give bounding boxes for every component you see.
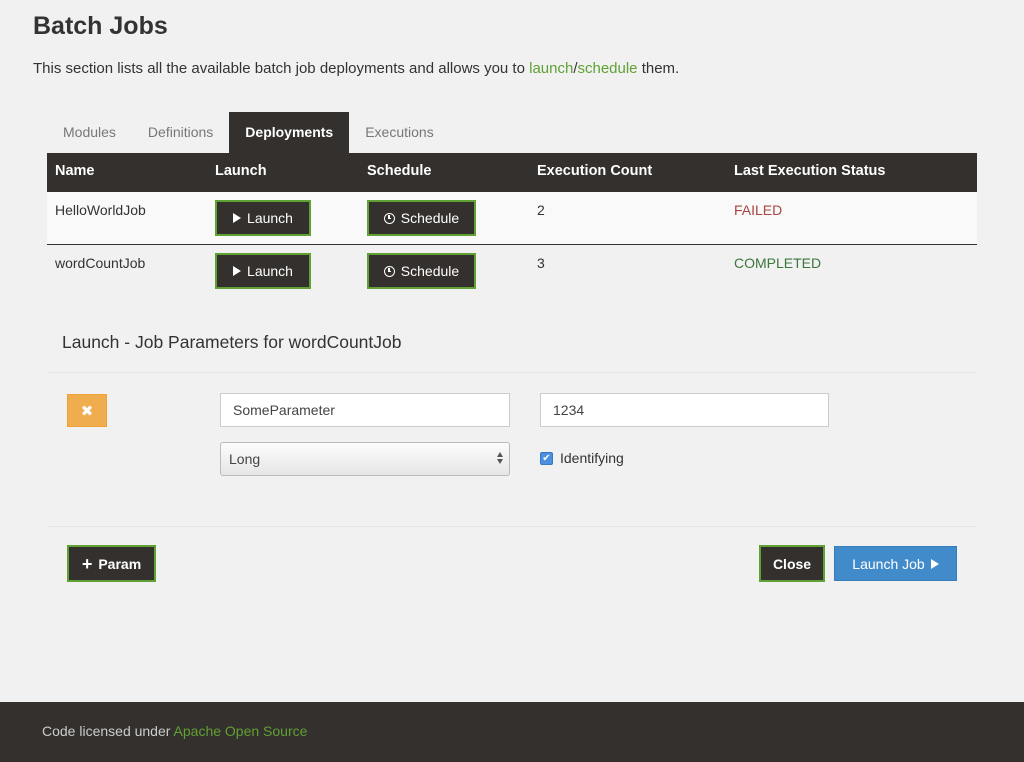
page-title: Batch Jobs [33,12,168,40]
check-icon: ✔ [542,453,551,464]
launch-button-label: Launch [247,263,293,279]
footer-prefix: Code licensed under [42,723,174,739]
play-icon [930,558,939,569]
tab-modules[interactable]: Modules [47,112,132,153]
launch-link[interactable]: launch [529,60,573,77]
param-name-input[interactable]: SomeParameter [220,393,510,427]
deployments-table: Name Launch Schedule Execution Count Las… [47,153,977,297]
status-badge: FAILED [734,202,783,218]
job-name: HelloWorldJob [55,202,146,218]
divider [47,526,977,527]
launch-button-label: Launch [247,210,293,226]
schedule-button-label: Schedule [400,263,460,279]
launch-job-button[interactable]: Launch Job [834,546,957,581]
plus-icon: + [81,553,93,574]
header-name: Name [55,163,95,179]
launch-job-label: Launch Job [852,555,925,572]
param-value-input[interactable]: 1234 [540,393,829,427]
footer: Code licensed under Apache Open Source [0,702,1024,762]
identifying-checkbox[interactable]: ✔ [540,452,553,465]
intro-prefix: This section lists all the available bat… [33,60,530,77]
header-schedule: Schedule [367,163,432,179]
header-last-status: Last Execution Status [734,163,886,179]
tab-deployments[interactable]: Deployments [229,112,350,153]
tab-definitions[interactable]: Definitions [132,112,229,153]
params-title: Launch - Job Parameters for wordCountJob [62,332,402,352]
execution-count: 2 [537,202,545,218]
add-param-label: Param [98,555,142,572]
launch-button[interactable]: Launch [215,253,311,289]
identifying-label: Identifying [560,450,624,466]
add-param-button[interactable]: + Param [67,545,156,582]
execution-count: 3 [537,255,545,271]
divider [47,372,977,373]
tab-bar: Modules Definitions Deployments Executio… [47,112,450,153]
clock-icon [383,212,395,224]
schedule-button[interactable]: Schedule [367,200,476,236]
schedule-link[interactable]: schedule [577,60,637,77]
page-intro: This section lists all the available bat… [33,60,679,77]
license-link[interactable]: Apache Open Source [174,723,308,739]
footer-text: Code licensed under Apache Open Source [42,723,307,739]
play-icon [233,266,242,276]
table-row: wordCountJob Launch Schedule 3 COMPLETED [47,245,977,297]
schedule-button-label: Schedule [400,210,460,226]
header-launch: Launch [215,163,267,179]
play-icon [233,213,242,223]
table-row: HelloWorldJob Launch Schedule 2 FAILED [47,192,977,245]
close-button[interactable]: Close [759,545,825,582]
job-name: wordCountJob [55,255,146,271]
launch-button[interactable]: Launch [215,200,311,236]
chevron-updown-icon [497,452,503,464]
param-type-select[interactable]: Long [220,442,510,476]
header-execution-count: Execution Count [537,163,653,179]
schedule-button[interactable]: Schedule [367,253,476,289]
param-type-selected: Long [229,451,261,467]
tab-executions[interactable]: Executions [349,112,449,153]
close-button-label: Close [772,555,812,572]
remove-param-button[interactable]: ✖ [67,394,107,427]
intro-suffix: them. [637,60,680,77]
table-header: Name Launch Schedule Execution Count Las… [47,153,977,192]
close-icon: ✖ [80,402,94,420]
clock-icon [383,265,395,277]
status-badge: COMPLETED [734,255,822,271]
